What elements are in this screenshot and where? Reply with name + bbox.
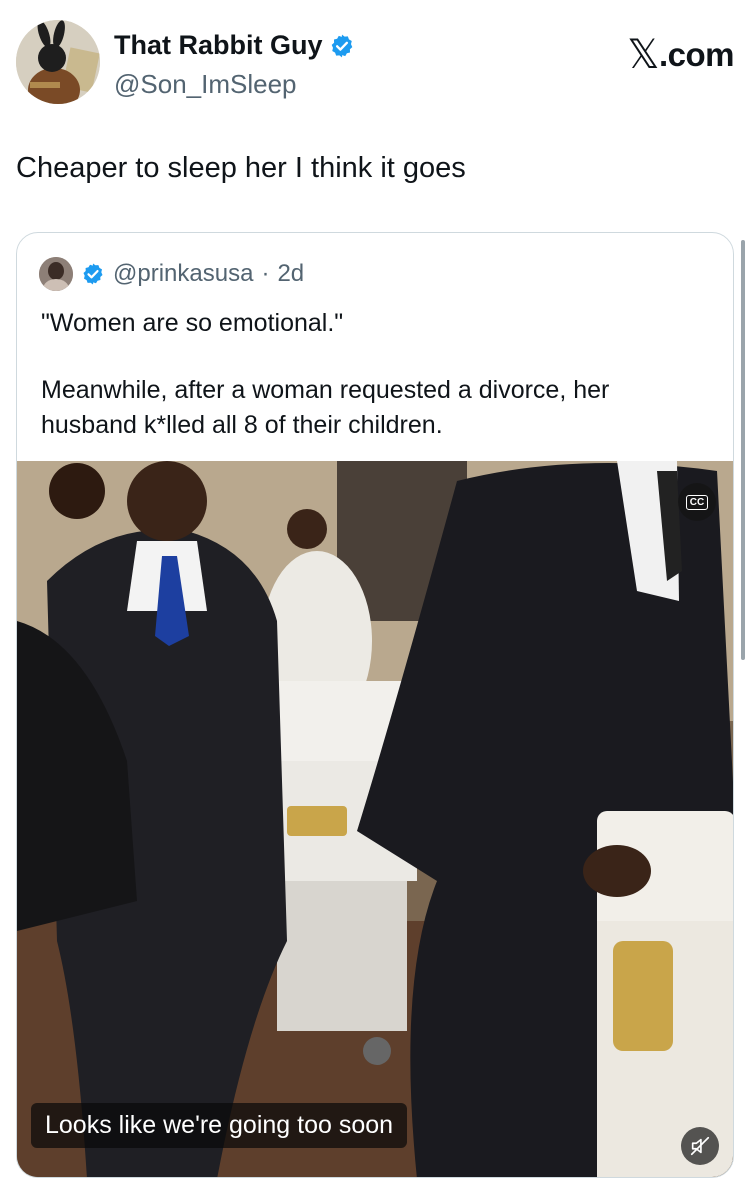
- closed-captions-icon[interactable]: CC: [678, 483, 716, 521]
- quoted-text-line1: "Women are so emotional.": [41, 309, 344, 337]
- quoted-post-header: @prinkasusa · 2d: [39, 257, 304, 291]
- x-logo-icon: 𝕏: [627, 32, 659, 78]
- video-frame: [17, 461, 733, 1177]
- quoted-verified-badge-icon: [81, 262, 105, 286]
- video-player[interactable]: CC Looks like we're going too soon: [17, 461, 733, 1177]
- mute-icon[interactable]: [681, 1127, 719, 1165]
- author-display-name[interactable]: That Rabbit Guy: [114, 30, 323, 61]
- video-caption: Looks like we're going too soon: [31, 1103, 408, 1148]
- author-handle[interactable]: @Son_ImSleep: [114, 69, 297, 100]
- verified-badge-icon: [329, 33, 355, 59]
- quoted-author-avatar[interactable]: [39, 257, 73, 291]
- author-avatar[interactable]: [16, 20, 100, 104]
- quoted-text-line2: Meanwhile, after a woman requested a div…: [41, 376, 610, 439]
- author-name-row: That Rabbit Guy: [114, 30, 355, 61]
- page-scrollbar[interactable]: [741, 240, 745, 660]
- brand-suffix: .com: [658, 36, 735, 73]
- post-text: Cheaper to sleep her I think it goes: [16, 152, 466, 184]
- post-header: That Rabbit Guy @Son_ImSleep 𝕏 .com: [16, 20, 735, 110]
- quoted-separator: ·: [261, 260, 270, 287]
- cc-label: CC: [685, 494, 709, 510]
- quoted-post[interactable]: @prinkasusa · 2d "Women are so emotional…: [16, 232, 734, 1178]
- quoted-timestamp[interactable]: 2d: [277, 260, 304, 288]
- quoted-author-handle[interactable]: @prinkasusa: [113, 260, 253, 288]
- x-brand-logo: 𝕏 .com: [627, 32, 734, 78]
